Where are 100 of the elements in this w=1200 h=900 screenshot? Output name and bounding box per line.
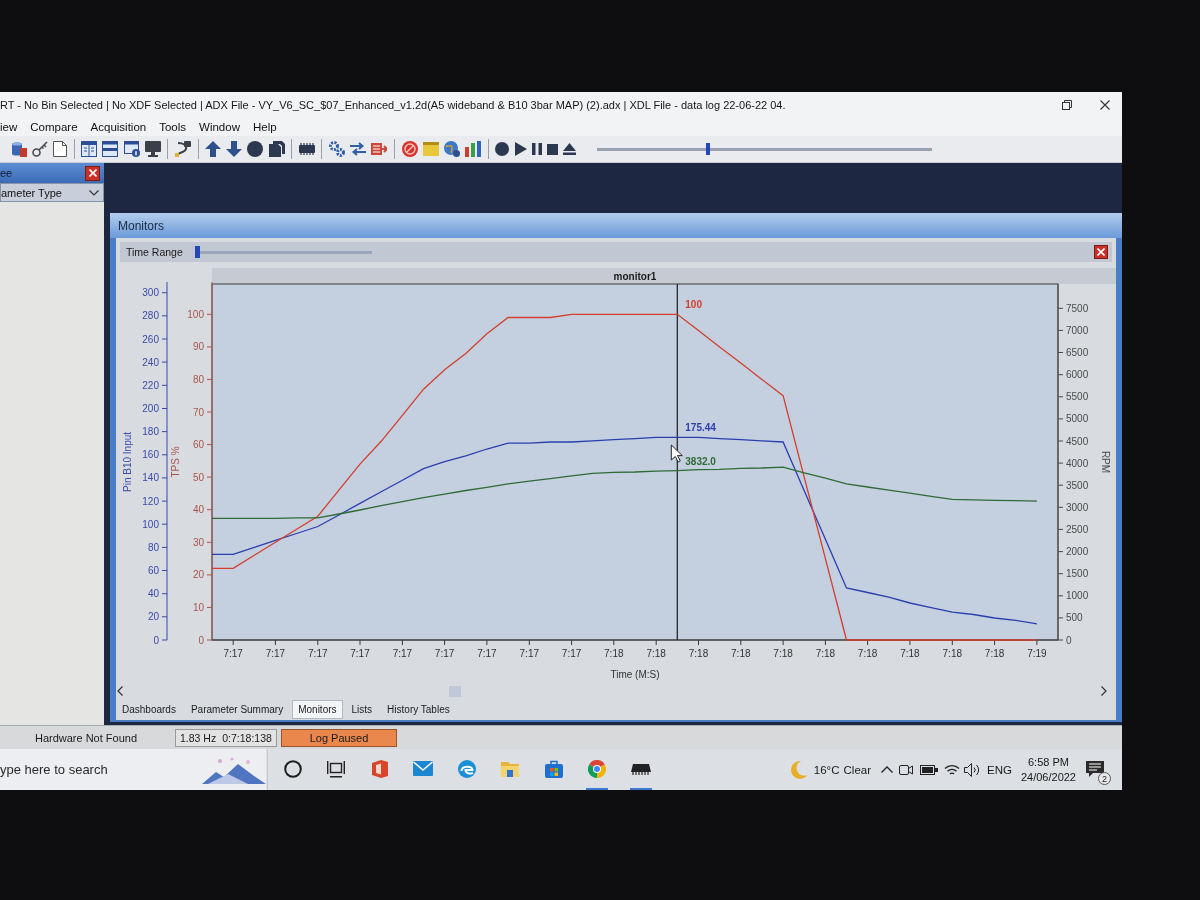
window-title: RT - No Bin Selected | No XDF Selected | ADX File - VY_V6_SC_$07_Enhanced_v1.2d(A5 wideband & B10 3bar MAP) (2).adx | XDL File - data log 22-06-22 04. <box>0 99 787 111</box>
info-window-icon[interactable] <box>123 141 140 157</box>
chart-title: monitor1 <box>613 271 657 282</box>
play-icon[interactable] <box>514 142 527 156</box>
bar-chart-icon[interactable] <box>465 141 482 157</box>
axis-tick-label: 7:17 <box>477 648 497 659</box>
axis-tick-label: 0 <box>1066 634 1072 646</box>
axis-tick-label: 60 <box>192 439 204 451</box>
tab[interactable]: Lists <box>345 699 379 719</box>
no-entry-icon[interactable] <box>401 141 418 157</box>
circle-icon[interactable] <box>247 141 264 157</box>
gears-icon[interactable] <box>329 141 346 157</box>
restore-icon[interactable] <box>1062 100 1072 110</box>
menu-item[interactable]: Acquisition <box>90 121 147 133</box>
window-header: Monitors <box>110 213 1122 238</box>
axis-tick-label: 7:18 <box>773 648 793 659</box>
task-view-icon[interactable] <box>327 759 346 778</box>
menu-item[interactable]: Window <box>199 121 240 133</box>
chevron-right-icon[interactable] <box>1101 686 1107 696</box>
battery-icon[interactable] <box>920 764 938 775</box>
plug-icon[interactable] <box>174 141 191 157</box>
clock-time[interactable]: 6:58 PM <box>1028 754 1069 770</box>
dropdown[interactable]: ameter Type <box>0 183 104 202</box>
sphere-icon[interactable] <box>588 759 607 778</box>
stop-icon[interactable] <box>546 143 558 155</box>
search-field[interactable]: ype here to search <box>0 749 200 790</box>
close-icon <box>1097 248 1105 256</box>
chip-icon[interactable] <box>630 762 651 775</box>
page-icon[interactable] <box>52 141 67 157</box>
ring-icon[interactable] <box>283 759 302 778</box>
axis-tick-label: 7:17 <box>392 648 413 659</box>
tab[interactable]: History Tables <box>381 699 456 719</box>
axis-tick-label: 7:17 <box>350 648 370 659</box>
axis-title: Time (M:S) <box>610 669 660 680</box>
language-indicator[interactable]: ENG <box>987 763 1012 776</box>
value-label: 100 <box>685 299 702 311</box>
value-label: 3832.0 <box>685 455 716 467</box>
axis-tick-label: 200 <box>142 403 159 414</box>
database-icon[interactable] <box>10 141 27 157</box>
axis-tick-label: 500 <box>1066 612 1083 624</box>
weather-condition[interactable]: Clear <box>843 763 871 776</box>
menu-item[interactable]: Compare <box>30 121 78 133</box>
axis-tick-label: 220 <box>142 379 159 391</box>
menu-item[interactable]: iew <box>0 121 18 133</box>
split-window-icon[interactable] <box>102 141 119 157</box>
axis-tick-label: 10 <box>192 601 204 613</box>
axis-tick-label: 4000 <box>1066 457 1089 469</box>
arrow-down-icon[interactable] <box>226 141 243 157</box>
speaker-icon[interactable] <box>964 762 980 777</box>
module-icon[interactable] <box>371 141 388 157</box>
value-label: 175.44 <box>685 422 716 434</box>
axis-tick-label: 0 <box>153 634 159 646</box>
tab[interactable]: Parameter Summary <box>184 699 290 719</box>
globe-icon[interactable] <box>443 141 460 157</box>
copy-icon[interactable] <box>268 141 285 157</box>
pause-icon[interactable] <box>531 143 542 155</box>
menu-item[interactable]: Help <box>252 121 277 133</box>
chevron-left-icon[interactable] <box>117 686 123 696</box>
axis-tick-label: 70 <box>192 406 204 418</box>
close-button[interactable] <box>85 165 100 181</box>
slider-thumb[interactable] <box>705 143 710 155</box>
shopping-bag-icon[interactable] <box>544 759 563 778</box>
wifi-icon[interactable] <box>944 763 960 776</box>
envelope-icon[interactable] <box>413 761 434 776</box>
arrow-up-icon[interactable] <box>205 141 222 157</box>
notification-icon[interactable] <box>1086 761 1104 778</box>
axis-tick-label: 40 <box>192 504 204 516</box>
window-layout-icon[interactable] <box>81 141 98 157</box>
weather-temperature[interactable]: 16°C <box>813 763 840 776</box>
close-icon[interactable] <box>1100 100 1110 110</box>
monitor-icon[interactable] <box>144 141 161 157</box>
square-ring-icon[interactable] <box>371 759 388 778</box>
clock-date[interactable]: 24/06/2022 <box>1020 769 1076 785</box>
slider-thumb[interactable] <box>194 246 200 258</box>
chip-icon[interactable] <box>298 143 315 155</box>
swirl-icon[interactable] <box>457 759 476 778</box>
axis-tick-label: 80 <box>192 373 204 385</box>
axis-tick-label: 7:18 <box>688 648 709 659</box>
folder-icon[interactable] <box>501 760 520 777</box>
axis-tick-label: 7:17 <box>265 648 286 659</box>
axis-tick-label: 280 <box>142 310 159 322</box>
axis-tick-label: 2000 <box>1066 546 1089 558</box>
axis-tick-label: 4500 <box>1066 435 1089 447</box>
close-button[interactable] <box>1094 245 1108 259</box>
tab[interactable]: Dashboards <box>116 699 182 719</box>
axis-tick-label: 5500 <box>1066 391 1089 403</box>
key-icon[interactable] <box>31 141 48 157</box>
axis-tick-label: 90 <box>192 341 204 353</box>
eject-icon[interactable] <box>563 143 577 155</box>
axis-tick-label: 100 <box>187 308 204 320</box>
scrollbar-thumb[interactable] <box>449 685 461 697</box>
menu-item[interactable]: Tools <box>159 121 187 133</box>
tab[interactable]: Monitors <box>292 699 343 719</box>
swap-arrows-icon[interactable] <box>350 142 367 156</box>
axis-tick-label: 20 <box>147 611 159 623</box>
chevron-up-icon[interactable] <box>881 766 893 773</box>
axis-tick-label: 6500 <box>1066 347 1089 358</box>
record-icon[interactable] <box>495 142 510 156</box>
camera-icon[interactable] <box>899 763 913 776</box>
axis-tick-label: 40 <box>147 588 159 600</box>
